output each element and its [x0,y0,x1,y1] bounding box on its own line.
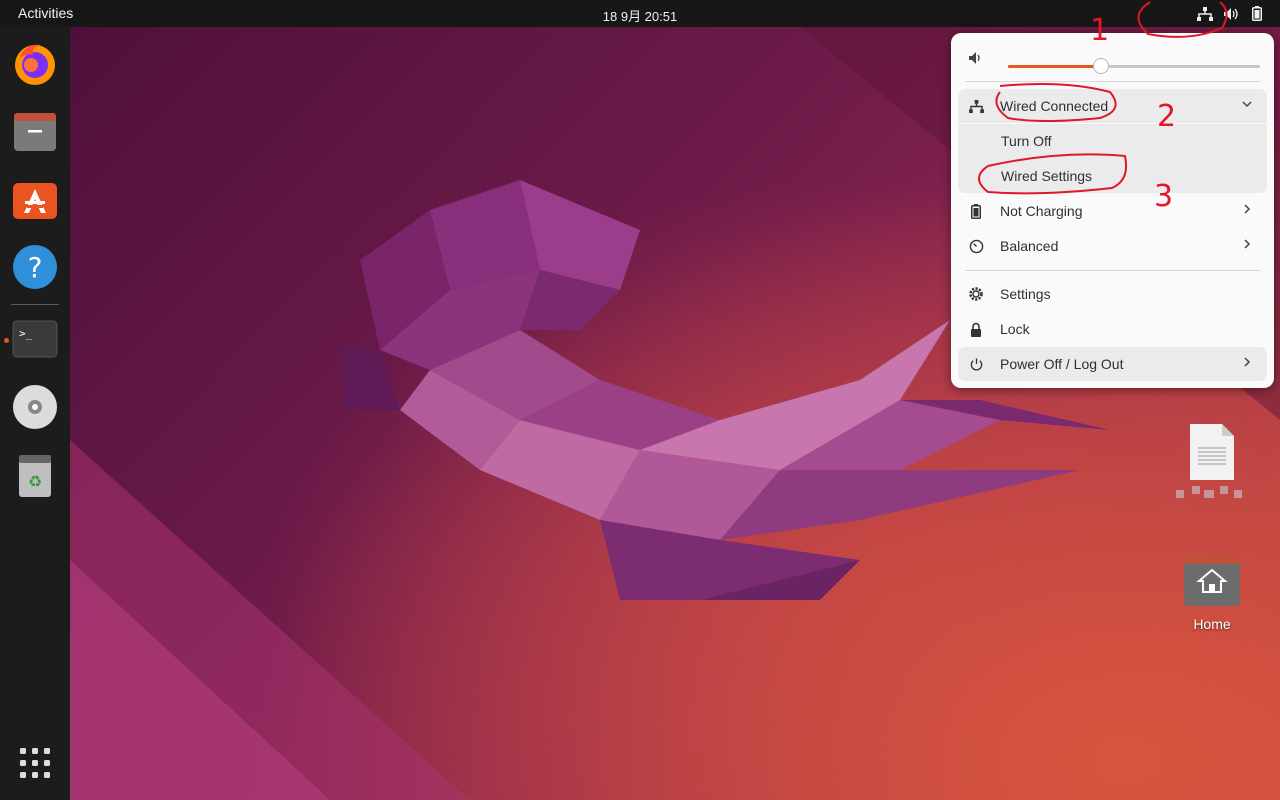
power-icon [962,357,990,372]
settings-row[interactable]: Settings [958,277,1267,311]
network-wired-icon [962,99,990,113]
help-icon[interactable]: ? [11,243,59,291]
app-grid-icon[interactable] [11,739,59,787]
dock-separator [11,304,59,305]
battery-icon[interactable] [1248,5,1266,23]
volume-row [958,41,1267,75]
text-file-icon [1176,424,1242,498]
settings-label: Settings [1000,286,1051,302]
separator [965,81,1260,82]
lock-icon [962,322,990,337]
battery-label: Not Charging [1000,203,1083,219]
top-bar: Activities 18 9月 20:51 [0,0,1280,27]
system-menu: Wired Connected Turn Off Wired Settings … [951,33,1274,388]
app-center-icon[interactable] [11,175,59,223]
system-tray[interactable] [1196,4,1266,23]
home-folder-icon [1184,556,1240,606]
power-mode-icon [962,239,990,254]
turn-off-label: Turn Off [1001,133,1052,149]
trash-icon[interactable]: ♻ [11,451,59,499]
separator [965,270,1260,271]
power-mode-row[interactable]: Balanced [958,229,1267,263]
wired-settings-label: Wired Settings [1001,168,1093,184]
svg-text:>_: >_ [19,327,33,340]
home-label: Home [1193,616,1231,632]
network-turn-off-item[interactable]: Turn Off [958,124,1267,158]
volume-slider-handle[interactable] [1093,58,1110,74]
network-wired-icon[interactable] [1196,5,1214,23]
lock-row[interactable]: Lock [958,312,1267,346]
files-icon[interactable] [11,107,59,155]
dock: ? >_ ♻ [0,27,70,800]
network-row[interactable]: Wired Connected [958,89,1267,123]
chevron-right-icon [1241,238,1253,250]
network-label: Wired Connected [1000,98,1109,114]
chevron-right-icon [1241,356,1253,368]
volume-slider-fill [1008,65,1102,68]
wired-settings-item[interactable]: Wired Settings [958,159,1267,193]
power-row[interactable]: Power Off / Log Out [958,347,1267,381]
terminal-icon[interactable]: >_ [11,315,59,363]
running-indicator [4,338,9,343]
power-mode-label: Balanced [1000,238,1059,254]
clock[interactable]: 18 9月 20:51 [0,6,1280,25]
power-label: Power Off / Log Out [1000,356,1124,372]
volume-icon[interactable] [1222,5,1240,23]
gear-icon [962,286,990,302]
chevron-right-icon [1241,203,1253,215]
battery-icon [962,203,990,219]
chevron-down-icon[interactable] [1241,98,1253,110]
volume-icon [962,51,990,65]
desktop-home[interactable]: Home [1176,552,1248,632]
lock-label: Lock [1000,321,1030,337]
disc-icon[interactable] [11,383,59,431]
volume-slider[interactable] [1008,58,1260,74]
svg-text:?: ? [28,251,43,284]
firefox-icon[interactable] [11,39,59,87]
desktop-file[interactable] [1176,420,1248,506]
battery-row[interactable]: Not Charging [958,194,1267,228]
svg-text:♻: ♻ [28,472,42,491]
